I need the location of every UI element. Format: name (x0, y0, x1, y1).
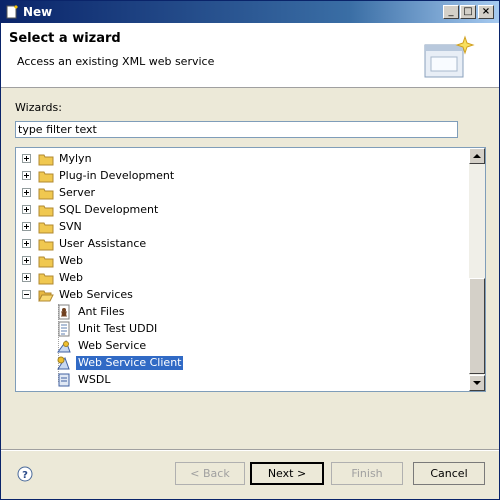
page-title: Select a wizard (9, 31, 121, 46)
scrollbar-thumb[interactable] (469, 278, 485, 374)
scroll-down-button[interactable] (469, 375, 485, 391)
expand-icon[interactable] (22, 154, 31, 163)
back-button[interactable]: < Back (175, 462, 245, 485)
web-service-icon (57, 339, 71, 353)
collapse-icon[interactable] (22, 290, 31, 299)
tree-item-user-assistance[interactable]: User Assistance (16, 236, 469, 253)
folder-open-icon (38, 290, 54, 302)
tree-item-label: Mylyn (59, 152, 92, 165)
expand-icon[interactable] (22, 273, 31, 282)
tree-item-label: Web Services (59, 288, 133, 301)
expand-icon[interactable] (22, 256, 31, 265)
uddi-icon (58, 321, 70, 337)
folder-icon (38, 222, 54, 234)
folder-icon (38, 188, 54, 200)
tree-item-label: Web Service (78, 339, 147, 352)
tree-item-label: WSDL (78, 373, 111, 386)
button-bar-separator (1, 449, 499, 451)
expand-icon[interactable] (22, 188, 31, 197)
wizard-tree-rows: Mylyn Plug-in Development Server SQL Dev… (16, 148, 469, 391)
wizard-banner-icon (424, 35, 475, 78)
next-button[interactable]: Next > (250, 462, 324, 485)
cancel-button[interactable]: Cancel (413, 462, 485, 485)
tree-item-sql-development[interactable]: SQL Development (16, 202, 469, 219)
wizard-filter-input[interactable] (15, 121, 458, 138)
folder-icon (38, 205, 54, 217)
title-bar[interactable]: New _ □ × (1, 1, 499, 23)
folder-icon (38, 171, 54, 183)
tree-item-label: Unit Test UDDI (78, 322, 158, 335)
tree-item-label: Web (59, 254, 83, 267)
tree-scrollbar[interactable] (469, 148, 485, 391)
tree-item-web-services[interactable]: Web Services (16, 287, 469, 304)
tree-item-web-service[interactable]: Web Service (16, 338, 469, 355)
arrow-down-icon (473, 381, 481, 385)
tree-item-web-1[interactable]: Web (16, 253, 469, 270)
arrow-up-icon (473, 154, 481, 158)
wizard-header: Select a wizard Access an existing XML w… (1, 23, 499, 88)
new-wizard-dialog: New _ □ × Select a wizard Access an exis… (0, 0, 500, 500)
tree-item-plugin-development[interactable]: Plug-in Development (16, 168, 469, 185)
tree-item-ant-files[interactable]: Ant Files (16, 304, 469, 321)
tree-item-label: User Assistance (59, 237, 147, 250)
svg-text:?: ? (22, 470, 28, 481)
wizards-label: Wizards: (15, 101, 62, 114)
tree-item-label: SQL Development (59, 203, 159, 216)
expand-icon[interactable] (22, 239, 31, 248)
tree-item-label: Server (59, 186, 96, 199)
finish-button[interactable]: Finish (331, 462, 403, 485)
folder-icon (38, 239, 54, 251)
tree-item-label: Ant Files (78, 305, 125, 318)
tree-item-wsdl[interactable]: WSDL (16, 372, 469, 389)
ant-files-icon (58, 304, 70, 320)
wizard-tree[interactable]: Mylyn Plug-in Development Server SQL Dev… (15, 147, 486, 392)
tree-item-mylyn[interactable]: Mylyn (16, 151, 469, 168)
folder-icon (38, 273, 54, 285)
web-service-client-icon (57, 356, 70, 370)
tree-item-unit-test-uddi[interactable]: Unit Test UDDI (16, 321, 469, 338)
tree-item-label: Web (59, 271, 83, 284)
help-icon[interactable]: ? (17, 466, 33, 482)
page-description: Access an existing XML web service (17, 55, 215, 68)
tree-item-web-2[interactable]: Web (16, 270, 469, 287)
tree-item-label: Web Service Client (74, 355, 185, 371)
minimize-button[interactable]: _ (443, 5, 459, 19)
expand-icon[interactable] (22, 171, 31, 180)
close-button[interactable]: × (478, 5, 494, 19)
wsdl-icon (58, 373, 70, 387)
scroll-up-button[interactable] (469, 148, 485, 164)
window-title: New (23, 5, 53, 19)
tree-item-svn[interactable]: SVN (16, 219, 469, 236)
expand-icon[interactable] (22, 222, 31, 231)
tree-item-web-service-client[interactable]: Web Service Client (16, 355, 469, 372)
expand-icon[interactable] (22, 205, 31, 214)
folder-icon (38, 256, 54, 268)
maximize-button[interactable]: □ (460, 5, 476, 19)
folder-icon (38, 154, 54, 166)
tree-item-label: Plug-in Development (59, 169, 175, 182)
tree-item-label: SVN (59, 220, 82, 233)
new-wizard-icon (6, 5, 18, 19)
tree-item-server[interactable]: Server (16, 185, 469, 202)
